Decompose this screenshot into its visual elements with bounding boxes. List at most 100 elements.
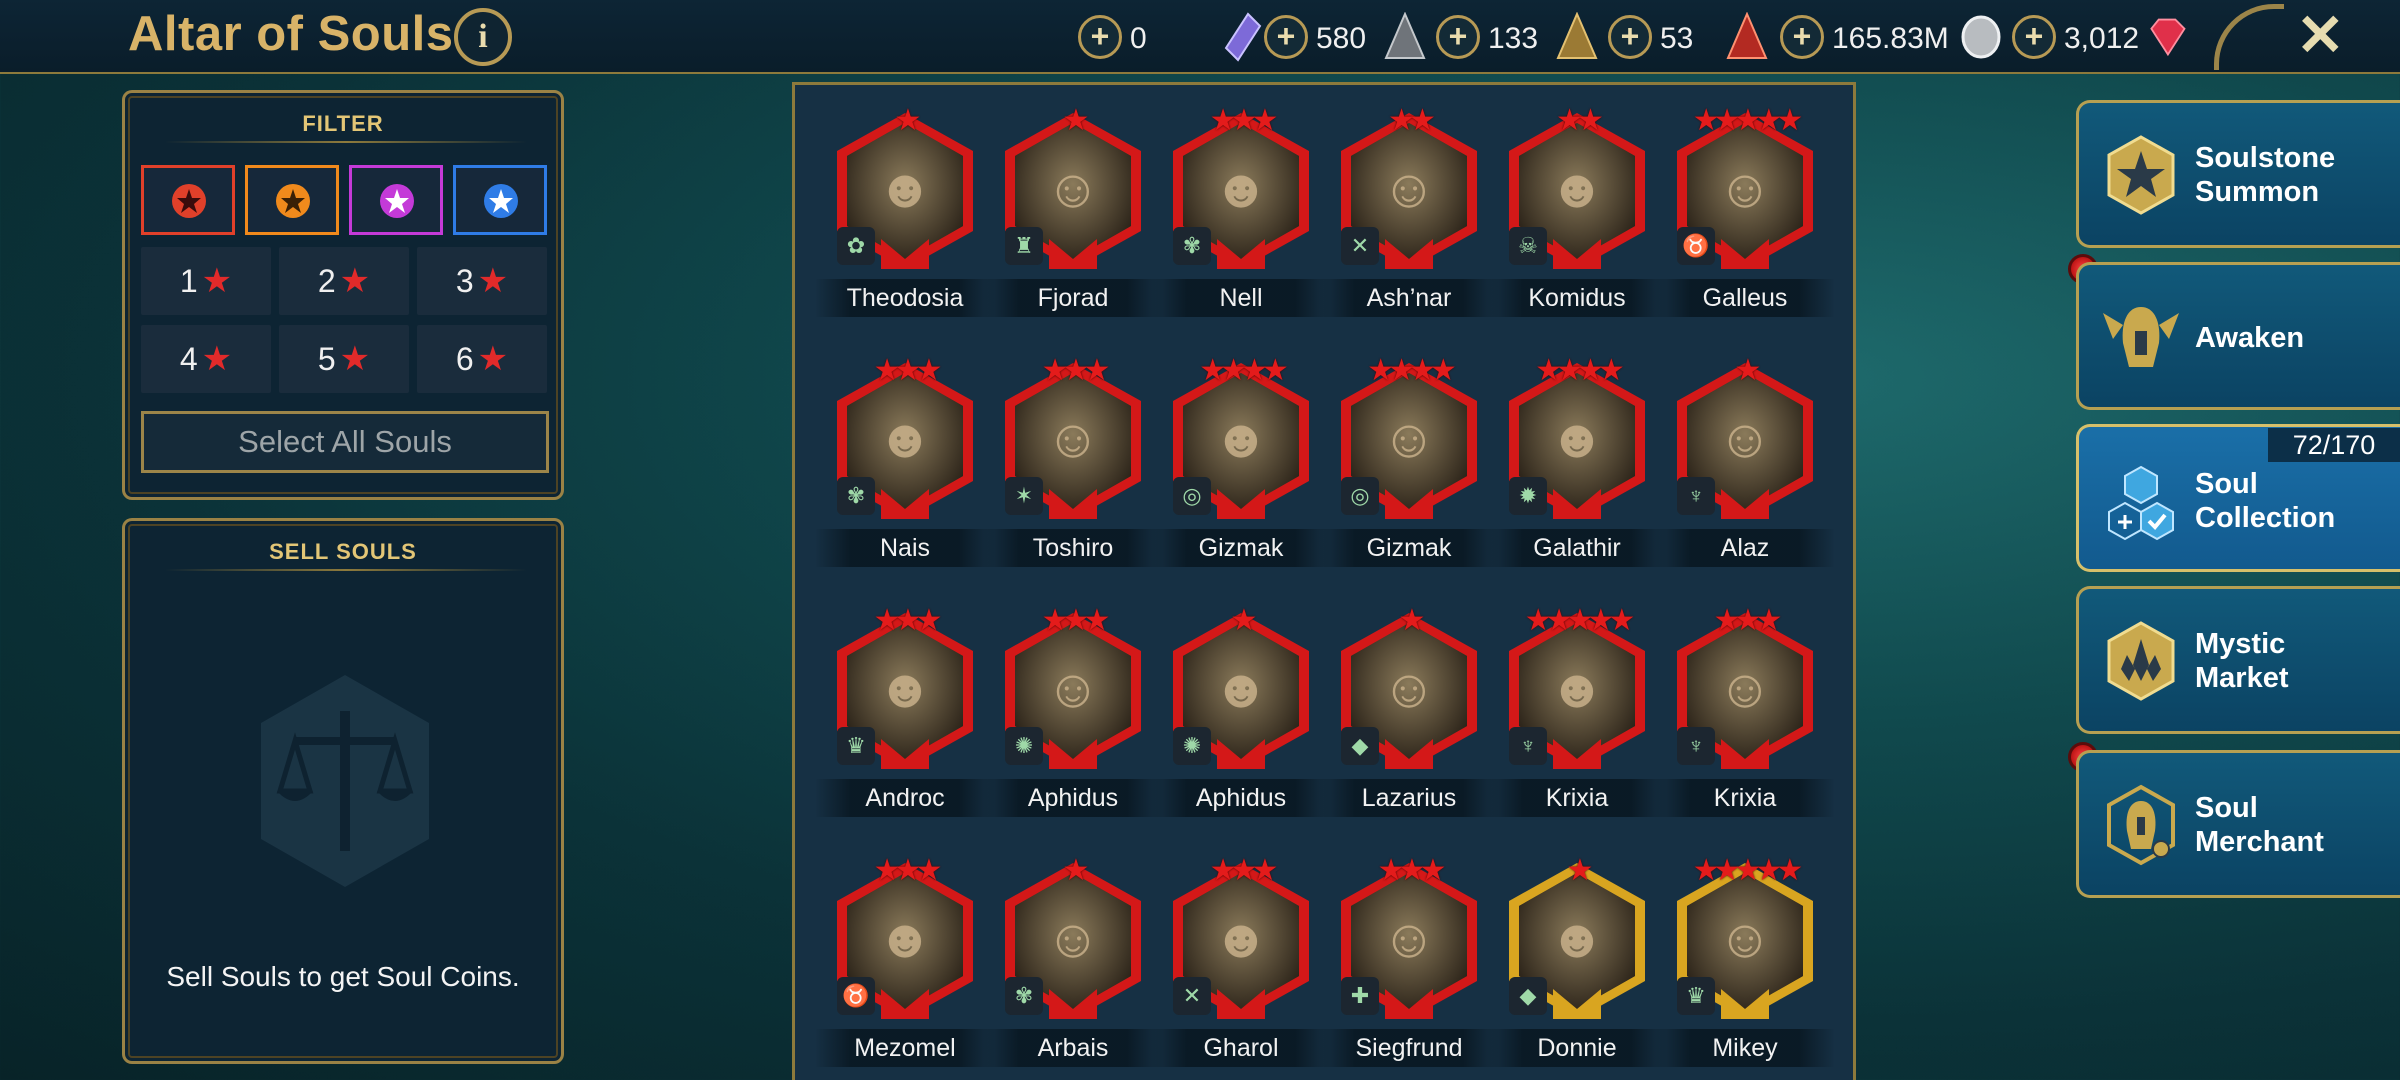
menu-label-line1: Soulstone xyxy=(2195,142,2336,174)
rare-rarity-icon xyxy=(172,184,206,218)
faction-icon: ◆ xyxy=(1509,977,1547,1015)
faction-icon: ◎ xyxy=(1341,477,1379,515)
faction-icon: ✺ xyxy=(1005,727,1043,765)
soul-collection-count: 72/170 xyxy=(2268,428,2400,462)
hero-name: Donnie xyxy=(1537,1034,1617,1062)
menu-label: Soul Merchant xyxy=(2195,791,2324,859)
soul-grid[interactable]: ☻ ★ ✿ Theodosia ☺ ★ ♜ Fjorad ☻ ★★★ ✾ Nell ☺ ★★ ✕ Ash’na… xyxy=(792,82,1856,1080)
merchant-helmet-icon xyxy=(2107,784,2175,866)
filter-3-star-button[interactable]: 3 ★ xyxy=(417,247,547,315)
menu-label: Awaken xyxy=(2195,322,2305,354)
ancient-shard-count: 580 xyxy=(1316,22,1367,55)
add-sacred-shards-button[interactable]: + xyxy=(1608,15,1652,59)
void-shard-icon xyxy=(1556,12,1598,59)
legendary-rarity-icon xyxy=(380,184,414,218)
soulstone-summon-button[interactable]: Soulstone Summon xyxy=(2076,100,2400,248)
faction-icon: ♉ xyxy=(837,977,875,1015)
hero-name: Aphidus xyxy=(1027,784,1119,812)
soul-card[interactable]: ☺ ★★ ✕ Ash’nar xyxy=(1319,104,1499,321)
soul-card[interactable]: ☺ ★ ♜ Fjorad xyxy=(983,104,1163,321)
select-all-souls-button[interactable]: Select All Souls xyxy=(141,411,549,473)
sell-souls-panel: SELL SOULS Sell Souls to get Soul Coins. xyxy=(122,518,564,1064)
add-ancient-shards-button[interactable]: + xyxy=(1264,15,1308,59)
soul-card[interactable]: ☻ ★★ ☠ Komidus xyxy=(1487,104,1667,321)
void-shard-count: 133 xyxy=(1488,22,1539,55)
hero-stars: ★ xyxy=(1062,104,1090,137)
soul-card[interactable]: ☻ ★★★ ♉ Mezomel xyxy=(815,854,995,1071)
soul-card[interactable]: ☻ ★★★ ✾ Nais xyxy=(815,354,995,571)
star-icon: ★ xyxy=(477,340,509,378)
soul-merchant-button[interactable]: Soul Merchant xyxy=(2076,750,2400,898)
filter-1-star-button[interactable]: 1 ★ xyxy=(141,247,271,315)
soul-card[interactable]: ☺ ★ ✾ Arbais xyxy=(983,854,1163,1071)
silver-coin-icon xyxy=(1961,15,2001,59)
filter-2-star-button[interactable]: 2 ★ xyxy=(279,247,409,315)
faction-icon: ♜ xyxy=(1005,227,1043,265)
hero-stars: ★★ xyxy=(1556,104,1604,137)
menu-label: Soulstone Summon xyxy=(2195,141,2335,209)
gem-count: 3,012 xyxy=(2064,22,2140,55)
soul-card[interactable]: ☻ ★★★ ✕ Gharol xyxy=(1151,854,1331,1071)
mystery-shard-count: 0 xyxy=(1130,22,1147,55)
filter-epic-button[interactable] xyxy=(245,165,339,235)
soul-card[interactable]: ☺ ★ ◆ Lazarius xyxy=(1319,604,1499,821)
hero-name: Siegfrund xyxy=(1355,1034,1463,1062)
star-icon: ★ xyxy=(477,262,509,300)
soul-card[interactable]: ☻ ★★★★★ ♆ Krixia xyxy=(1487,604,1667,821)
soul-card[interactable]: ☺ ★★★★★ ♉ Galleus xyxy=(1655,104,1835,321)
close-button[interactable]: ✕ xyxy=(2296,6,2345,66)
soul-card[interactable]: ☺ ★★★ ✚ Siegfrund xyxy=(1319,854,1499,1071)
hero-name: Galathir xyxy=(1533,534,1621,562)
hero-stars: ★★★ xyxy=(873,854,943,887)
add-mystery-shards-button[interactable]: + xyxy=(1078,15,1122,59)
add-void-shards-button[interactable]: + xyxy=(1436,15,1480,59)
soul-card[interactable]: ☺ ★★★★★ ♛ Mikey xyxy=(1655,854,1835,1071)
add-silver-button[interactable]: + xyxy=(1780,15,1824,59)
crystal-icon xyxy=(2107,621,2175,701)
soul-card[interactable]: ☻ ★ ✺ Aphidus xyxy=(1151,604,1331,821)
filter-rare-button[interactable] xyxy=(141,165,235,235)
hero-name: Lazarius xyxy=(1361,784,1457,812)
mystic-market-button[interactable]: Mystic Market xyxy=(2076,586,2400,734)
hero-name: Nais xyxy=(879,534,930,562)
hero-stars: ★★★ xyxy=(1209,104,1279,137)
filter-5-star-button[interactable]: 5 ★ xyxy=(279,325,409,393)
awaken-button[interactable]: Awaken xyxy=(2076,262,2400,410)
star-count-label: 4 xyxy=(179,341,198,377)
soul-card[interactable]: ☻ ★★★ ♛ Androc xyxy=(815,604,995,821)
hero-name: Mikey xyxy=(1712,1034,1778,1062)
soul-card[interactable]: ☺ ★★★★ ◎ Gizmak xyxy=(1319,354,1499,571)
filter-title: FILTER xyxy=(302,111,384,136)
soul-card[interactable]: ☺ ★ ♆ Alaz xyxy=(1655,354,1835,571)
soul-card[interactable]: ☻ ★★★★ ✹ Galathir xyxy=(1487,354,1667,571)
filter-4-star-button[interactable]: 4 ★ xyxy=(141,325,271,393)
corner-ornament xyxy=(2214,4,2284,70)
menu-label: Soul Collection xyxy=(2195,467,2335,535)
info-button[interactable]: i xyxy=(454,8,512,66)
hero-stars: ★★★ xyxy=(1377,854,1447,887)
soul-card[interactable]: ☻ ★ ✿ Theodosia xyxy=(815,104,995,321)
hero-stars: ★★★★ xyxy=(1535,354,1625,387)
menu-label-line2: Collection xyxy=(2195,502,2336,534)
hero-name: Fjorad xyxy=(1037,284,1109,312)
hero-name: Gharol xyxy=(1203,1034,1279,1062)
mystery-shard-icon xyxy=(1224,12,1262,62)
star-icon: ★ xyxy=(339,262,371,300)
add-gems-button[interactable]: + xyxy=(2012,15,2056,59)
hero-face: ☻ xyxy=(1212,409,1270,469)
filter-6-star-button[interactable]: 6 ★ xyxy=(417,325,547,393)
menu-label-line1: Soul xyxy=(2195,792,2258,824)
filter-mythical-button[interactable] xyxy=(453,165,547,235)
menu-label-line1: Soul xyxy=(2195,468,2258,500)
soul-card[interactable]: ☻ ★★★★ ◎ Gizmak xyxy=(1151,354,1331,571)
soul-card[interactable]: ☻ ★ ◆ Donnie xyxy=(1487,854,1667,1071)
soul-card[interactable]: ☺ ★★★ ✶ Toshiro xyxy=(983,354,1163,571)
soul-card[interactable]: ☺ ★★★ ♆ Krixia xyxy=(1655,604,1835,821)
hero-face: ☻ xyxy=(1548,659,1606,719)
hero-name: Aphidus xyxy=(1195,784,1287,812)
soul-card[interactable]: ☻ ★★★ ✾ Nell xyxy=(1151,104,1331,321)
filter-legendary-button[interactable] xyxy=(349,165,443,235)
soul-card[interactable]: ☺ ★★★ ✺ Aphidus xyxy=(983,604,1163,821)
hexagon-check-icon xyxy=(2108,465,2174,541)
hero-stars: ★★★ xyxy=(1041,354,1111,387)
